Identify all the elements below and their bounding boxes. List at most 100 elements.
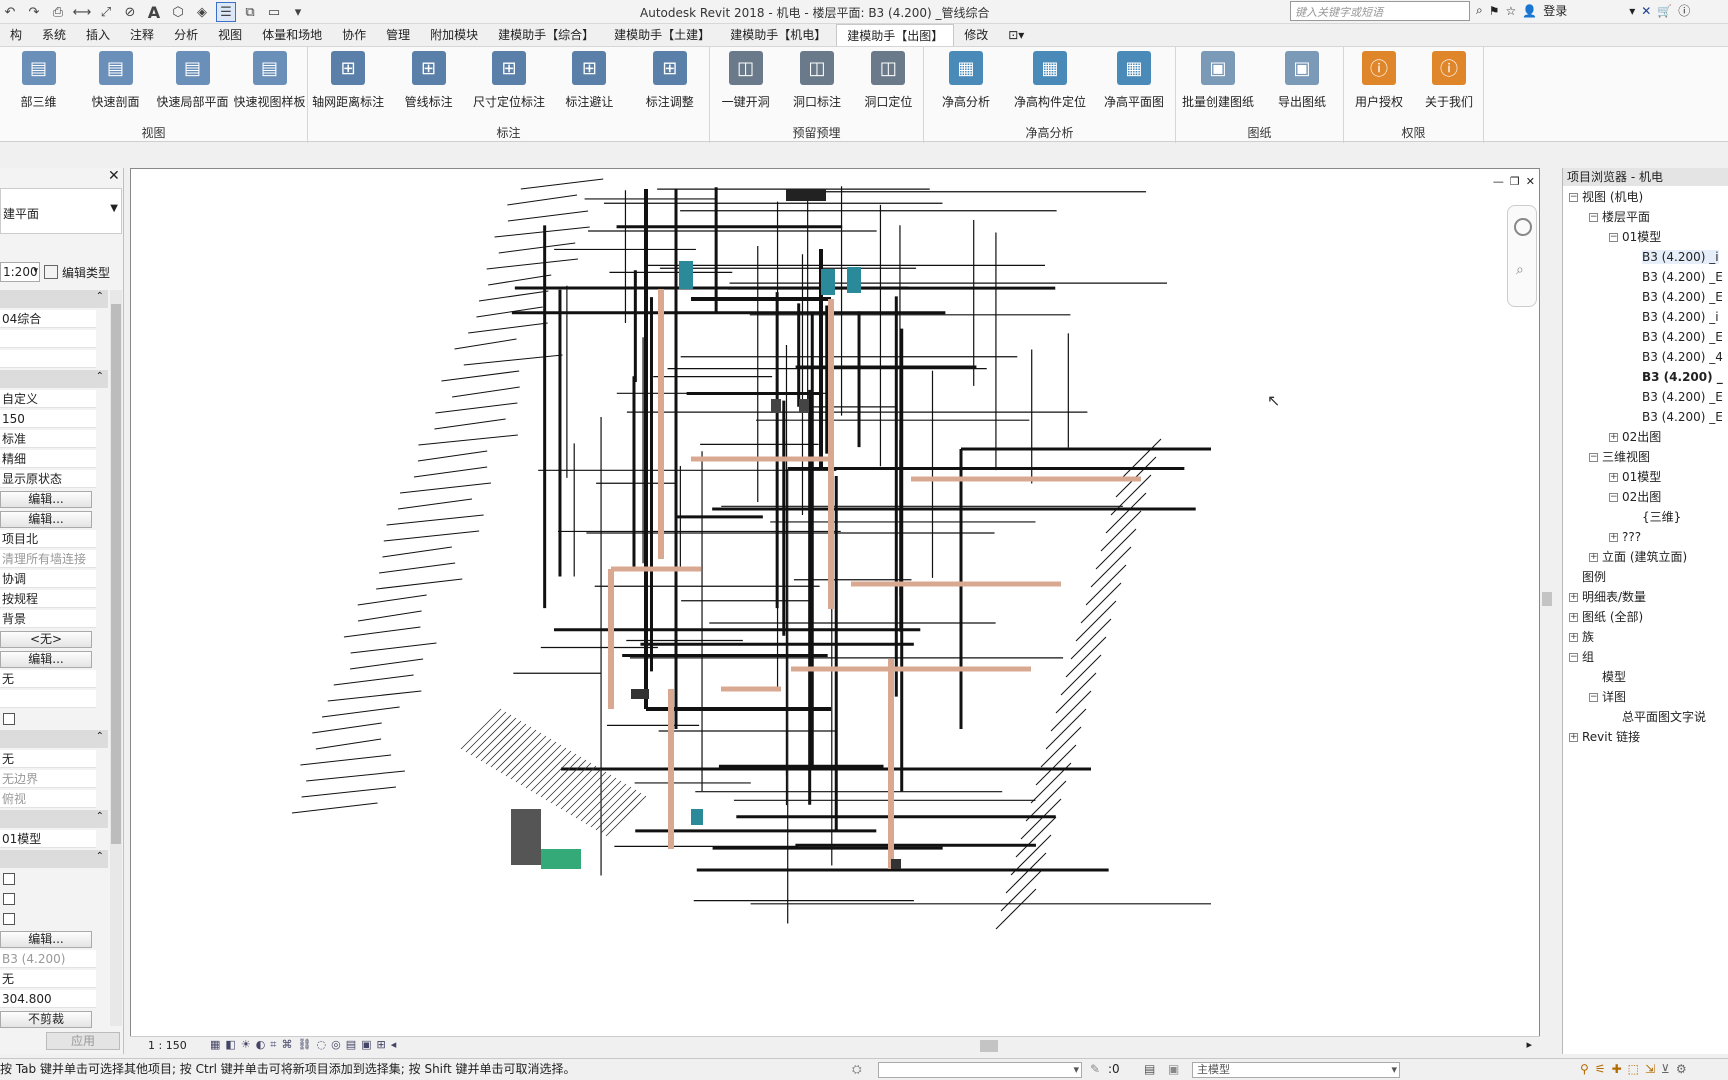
property-value[interactable]: 项目北 bbox=[0, 530, 96, 548]
binoculars-icon[interactable]: ⌕ bbox=[1476, 3, 1483, 18]
switch-windows-icon[interactable]: ▭ bbox=[264, 2, 284, 22]
property-value[interactable]: 背景 bbox=[0, 610, 96, 628]
ribbon-button-2-0[interactable]: ◫ 一键开洞 bbox=[707, 51, 785, 110]
ribbon-button-1-4[interactable]: ⊞ 标注调整 bbox=[631, 51, 709, 110]
section-icon[interactable]: ◈ bbox=[192, 2, 212, 22]
tab-4[interactable]: 分析 bbox=[164, 24, 208, 46]
property-edit-button[interactable]: 编辑... bbox=[0, 511, 92, 528]
edit-type-button[interactable]: 编辑类型 bbox=[44, 263, 110, 281]
dimension-icon[interactable]: ⤢ bbox=[96, 2, 116, 22]
properties-section-header[interactable]: ⌃ bbox=[0, 370, 108, 388]
canvas-horizontal-scrollbar[interactable]: ▸ bbox=[450, 1038, 1532, 1052]
crop-view-icon[interactable]: ⌗ bbox=[270, 1038, 276, 1052]
property-value[interactable]: 304.800 bbox=[0, 990, 96, 1008]
tab-7[interactable]: 协作 bbox=[332, 24, 376, 46]
background-process-icon[interactable]: ⚙ bbox=[1676, 1059, 1687, 1079]
expand-icon[interactable]: + bbox=[1609, 433, 1618, 442]
property-value-empty[interactable] bbox=[0, 330, 96, 348]
browser-node[interactable]: − 组 bbox=[1569, 648, 1594, 666]
property-value[interactable]: 04综合 bbox=[0, 310, 96, 328]
browser-node[interactable]: − 详图 bbox=[1589, 688, 1626, 706]
ribbon-button-1-1[interactable]: ⊞ 管线标注 bbox=[390, 51, 468, 110]
user-icon[interactable]: 👤 bbox=[1522, 4, 1537, 18]
ribbon-button-0-0[interactable]: ▤ 部三维 bbox=[0, 51, 78, 110]
property-checkbox[interactable] bbox=[3, 893, 15, 905]
browser-node[interactable]: {三维} bbox=[1629, 508, 1681, 526]
select-pinned-icon[interactable]: ✚ bbox=[1612, 1059, 1622, 1079]
properties-section-header[interactable]: ⌃ bbox=[0, 290, 108, 308]
ribbon-button-2-2[interactable]: ◫ 洞口定位 bbox=[849, 51, 927, 110]
tag-icon[interactable]: ⊘ bbox=[120, 2, 140, 22]
undo-icon[interactable]: ↶ bbox=[0, 2, 20, 22]
ribbon-button-5-0[interactable]: ⓘ 用户授权 bbox=[1340, 51, 1418, 110]
expand-icon[interactable]: + bbox=[1569, 593, 1578, 602]
close-hidden-icon[interactable]: ⧉ bbox=[240, 2, 260, 22]
temp-hide-icon[interactable]: ◌ bbox=[316, 1038, 326, 1052]
property-edit-button[interactable]: 编辑... bbox=[0, 491, 92, 508]
editable-only-icon[interactable]: ✎ bbox=[1090, 1059, 1100, 1079]
collapse-icon[interactable]: − bbox=[1589, 693, 1598, 702]
property-value[interactable]: 精细 bbox=[0, 450, 96, 468]
scroll-left-icon[interactable]: ◂ bbox=[391, 1038, 397, 1052]
type-selector[interactable]: 建平面 ▼ bbox=[0, 188, 122, 234]
browser-node[interactable]: B3 (4.200) _i bbox=[1629, 248, 1719, 266]
properties-section-header[interactable]: ⌃ bbox=[0, 730, 108, 748]
properties-close-icon[interactable]: ✕ bbox=[108, 168, 120, 184]
ribbon-button-3-1[interactable]: ▦ 净高构件定位 bbox=[1011, 51, 1089, 110]
thin-lines-icon[interactable]: ☰ bbox=[216, 2, 236, 22]
redo-icon[interactable]: ↷ bbox=[24, 2, 44, 22]
property-checkbox[interactable] bbox=[3, 873, 15, 885]
browser-node[interactable]: − 楼层平面 bbox=[1589, 208, 1650, 226]
properties-section-header[interactable]: ⌃ bbox=[0, 810, 108, 828]
exchange-icon[interactable]: ✕ bbox=[1641, 4, 1651, 18]
analytical-icon[interactable]: ▤ bbox=[346, 1038, 356, 1052]
browser-node[interactable]: +02出图 bbox=[1609, 428, 1661, 446]
browser-node[interactable]: B3 (4.200) _i bbox=[1629, 308, 1719, 326]
browser-node[interactable]: + 明细表/数量 bbox=[1569, 588, 1646, 606]
text-icon[interactable]: A bbox=[144, 2, 164, 22]
reveal-hidden-icon[interactable]: ◎ bbox=[331, 1038, 341, 1052]
highlight-icon[interactable]: ▣ bbox=[361, 1038, 371, 1052]
ribbon-button-3-0[interactable]: ▦ 净高分析 bbox=[927, 51, 1005, 110]
collapse-icon[interactable]: − bbox=[1569, 653, 1578, 662]
tab-5[interactable]: 视图 bbox=[208, 24, 252, 46]
unlock-3d-icon[interactable]: ⛓ bbox=[298, 1038, 312, 1052]
browser-node[interactable]: B3 (4.200) _E bbox=[1629, 268, 1723, 286]
ribbon-button-2-1[interactable]: ◫ 洞口标注 bbox=[778, 51, 856, 110]
tab-1[interactable]: 系统 bbox=[32, 24, 76, 46]
sun-path-icon[interactable]: ☀ bbox=[241, 1038, 251, 1052]
main-model-icon[interactable]: ▣ bbox=[1168, 1059, 1179, 1079]
constraints-icon[interactable]: ⊞ bbox=[377, 1038, 386, 1052]
customize-qat-icon[interactable]: ▾ bbox=[288, 2, 308, 22]
visual-style-icon[interactable]: ◧ bbox=[225, 1038, 235, 1052]
browser-node[interactable]: + 图纸 (全部) bbox=[1569, 608, 1643, 626]
cart-icon[interactable]: 🛒 bbox=[1657, 4, 1672, 18]
browser-node[interactable]: − 视图 (机电) bbox=[1569, 188, 1643, 206]
properties-section-header[interactable]: ⌃ bbox=[0, 850, 108, 868]
canvas-vertical-scrollbar[interactable] bbox=[1540, 168, 1554, 1036]
browser-node[interactable]: +01模型 bbox=[1609, 468, 1661, 486]
measure-icon[interactable]: ⟷ bbox=[72, 2, 92, 22]
browser-node[interactable]: B3 (4.200) _E bbox=[1629, 408, 1723, 426]
ribbon-button-1-3[interactable]: ⊞ 标注避让 bbox=[550, 51, 628, 110]
ribbon-button-0-3[interactable]: ▤ 快速视图样板 bbox=[231, 51, 309, 110]
tab-6[interactable]: 体量和场地 bbox=[252, 24, 332, 46]
collapse-icon[interactable]: − bbox=[1569, 193, 1578, 202]
property-value[interactable]: 俯视 bbox=[0, 790, 96, 808]
ribbon-button-3-2[interactable]: ▦ 净高平面图 bbox=[1095, 51, 1173, 110]
expand-icon[interactable]: + bbox=[1609, 533, 1618, 542]
collapse-icon[interactable]: − bbox=[1589, 213, 1598, 222]
tab-overflow-icon[interactable]: ⊡▾ bbox=[998, 24, 1034, 46]
shadows-icon[interactable]: ◐ bbox=[256, 1038, 266, 1052]
browser-node[interactable]: B3 (4.200) _E bbox=[1629, 328, 1723, 346]
tab-10[interactable]: 建模助手【综合】 bbox=[488, 24, 604, 46]
print-icon[interactable]: ⎙ bbox=[48, 2, 68, 22]
property-value[interactable]: B3 (4.200) bbox=[0, 950, 96, 968]
ribbon-button-4-1[interactable]: ▣ 导出图纸 bbox=[1263, 51, 1341, 110]
tab-3[interactable]: 注释 bbox=[120, 24, 164, 46]
property-value[interactable]: 自定义 bbox=[0, 390, 96, 408]
workset-icon[interactable]: ⛭ bbox=[852, 1059, 862, 1079]
browser-node[interactable]: + 立面 (建筑立面) bbox=[1589, 548, 1687, 566]
property-value[interactable]: 按规程 bbox=[0, 590, 96, 608]
property-value[interactable]: 01模型 bbox=[0, 830, 96, 848]
